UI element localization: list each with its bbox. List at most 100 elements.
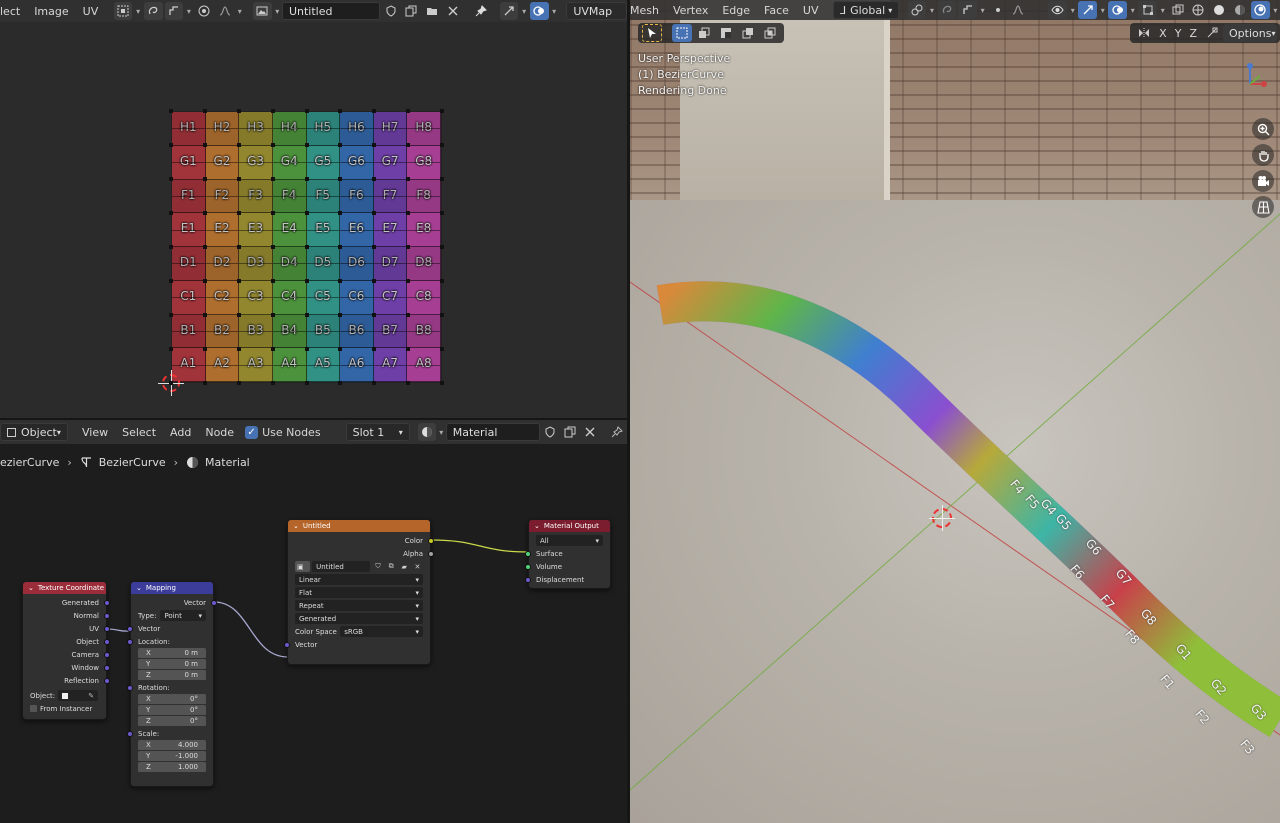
- uv-vertex[interactable]: [236, 381, 241, 385]
- solid-shading-icon[interactable]: [1210, 1, 1229, 19]
- uv-vertex[interactable]: [236, 143, 241, 147]
- uv-vertex[interactable]: [440, 313, 444, 317]
- socket-dot[interactable]: [127, 638, 133, 645]
- duplicate-icon[interactable]: [402, 2, 421, 20]
- fake-user-shield-icon[interactable]: [541, 423, 559, 441]
- proportional-editing-icon[interactable]: [195, 2, 214, 20]
- wireframe-shading-icon[interactable]: [1189, 1, 1208, 19]
- chevron-down-icon[interactable]: ▾: [273, 2, 282, 20]
- image-name-field[interactable]: Untitled: [281, 2, 381, 20]
- uv-vertex[interactable]: [270, 381, 275, 385]
- gizmo-toggle-icon[interactable]: [1078, 1, 1098, 19]
- image-name-field[interactable]: Untitled: [312, 561, 371, 572]
- chevron-down-icon[interactable]: ▾: [927, 1, 936, 19]
- uv-vertex[interactable]: [236, 313, 241, 317]
- uv-map-field[interactable]: UVMap: [566, 2, 627, 20]
- close-icon[interactable]: [581, 423, 599, 441]
- select-invert-icon[interactable]: [738, 24, 758, 42]
- uv-vertex[interactable]: [270, 245, 275, 249]
- from-instancer-row[interactable]: From Instancer: [23, 702, 106, 715]
- uv-vertex[interactable]: [202, 109, 207, 113]
- socket-dot[interactable]: [284, 641, 290, 648]
- uv-vertex[interactable]: [406, 381, 411, 385]
- uv-vertex[interactable]: [236, 109, 241, 113]
- uv-vertex[interactable]: [372, 245, 377, 249]
- chevron-down-icon[interactable]: ▾: [1128, 1, 1137, 19]
- socket-dot[interactable]: [104, 625, 110, 632]
- uv-vertex[interactable]: [202, 211, 207, 215]
- uv-vertex[interactable]: [406, 109, 411, 113]
- menu-view[interactable]: View: [75, 426, 115, 439]
- chevron-down-icon[interactable]: ▾: [437, 423, 446, 441]
- chevron-down-icon[interactable]: ▾: [235, 2, 244, 20]
- overlays-icon[interactable]: [529, 2, 549, 20]
- socket-dot[interactable]: [104, 638, 110, 645]
- sticky-selection-icon[interactable]: [143, 2, 163, 20]
- uv-vertex[interactable]: [338, 347, 343, 351]
- menu-face[interactable]: Face: [757, 4, 796, 17]
- perspective-grid-icon[interactable]: [1252, 196, 1274, 218]
- uv-vertex[interactable]: [406, 245, 411, 249]
- menu-mesh[interactable]: Mesh: [630, 4, 666, 17]
- chevron-down-icon[interactable]: ▾: [978, 1, 987, 19]
- chevron-down-icon[interactable]: ▾: [550, 2, 559, 20]
- uv-vertex[interactable]: [169, 347, 173, 351]
- uv-vertex[interactable]: [338, 177, 343, 181]
- menu-add[interactable]: Add: [163, 426, 198, 439]
- uv-vertex[interactable]: [406, 347, 411, 351]
- uv-vertex[interactable]: [202, 177, 207, 181]
- uv-vertex[interactable]: [440, 245, 444, 249]
- rotation-y-field[interactable]: Y 0°: [138, 705, 206, 716]
- uv-vertex[interactable]: [236, 279, 241, 283]
- material-browse-icon[interactable]: [417, 423, 436, 441]
- duplicate-icon[interactable]: [561, 423, 579, 441]
- uv-vertex[interactable]: [270, 279, 275, 283]
- uv-vertex[interactable]: [304, 211, 309, 215]
- node-header[interactable]: ⌄ Texture Coordinate: [23, 582, 106, 594]
- socket-dot[interactable]: [127, 625, 133, 632]
- uv-vertex[interactable]: [169, 109, 173, 113]
- socket-dot[interactable]: [104, 651, 110, 658]
- node-header[interactable]: ⌄ Untitled: [288, 520, 430, 532]
- uv-vertex[interactable]: [304, 109, 309, 113]
- object-picker-field[interactable]: ✎: [58, 690, 99, 701]
- falloff-curve-icon[interactable]: [1009, 1, 1028, 19]
- chevron-down-icon[interactable]: ⌄: [136, 584, 142, 592]
- overlays-icon[interactable]: [1108, 1, 1128, 19]
- color-space-dropdown[interactable]: sRGB ▾: [340, 626, 423, 637]
- close-icon[interactable]: [443, 2, 462, 20]
- chevron-down-icon[interactable]: ▾: [184, 2, 193, 20]
- uv-vertex[interactable]: [202, 381, 207, 385]
- use-nodes-toggle[interactable]: ✓ Use Nodes: [245, 425, 321, 439]
- uv-vertex[interactable]: [169, 177, 173, 181]
- falloff-curve-icon[interactable]: [215, 2, 234, 20]
- uv-vertex[interactable]: [440, 143, 444, 147]
- snap-icon[interactable]: [164, 2, 184, 20]
- uv-vertex[interactable]: [338, 211, 343, 215]
- node-header[interactable]: ⌄ Material Output: [529, 520, 610, 532]
- socket-dot[interactable]: [428, 550, 434, 557]
- uv-vertex[interactable]: [169, 245, 173, 249]
- uv-vertex[interactable]: [406, 143, 411, 147]
- socket-dot[interactable]: [104, 664, 110, 671]
- select-intersect-icon[interactable]: [760, 24, 780, 42]
- select-cursor-icon[interactable]: [642, 24, 662, 42]
- pin-icon[interactable]: [472, 2, 491, 20]
- uv-vertex[interactable]: [169, 211, 173, 215]
- uv-vertex[interactable]: [338, 143, 343, 147]
- uv-vertex[interactable]: [202, 279, 207, 283]
- texture-coordinate-node[interactable]: ⌄ Texture Coordinate Generated Normal UV…: [22, 581, 110, 720]
- socket-dot[interactable]: [127, 684, 133, 691]
- snap-target-icon[interactable]: [958, 1, 978, 19]
- transform-orientation-dropdown[interactable]: ⅃ Global ▾: [832, 1, 900, 19]
- mirror-icon[interactable]: [1134, 24, 1154, 42]
- slot-dropdown[interactable]: Slot 1 ▾: [345, 423, 410, 441]
- uv-vertex[interactable]: [304, 279, 309, 283]
- projection-dropdown[interactable]: Flat ▾: [295, 587, 423, 598]
- pivot-point-icon[interactable]: [907, 1, 927, 19]
- extension-dropdown[interactable]: Repeat ▾: [295, 600, 423, 611]
- uv-vertex[interactable]: [372, 347, 377, 351]
- uv-vertex[interactable]: [304, 245, 309, 249]
- uv-vertex[interactable]: [338, 313, 343, 317]
- chevron-down-icon[interactable]: ▾: [1271, 1, 1280, 19]
